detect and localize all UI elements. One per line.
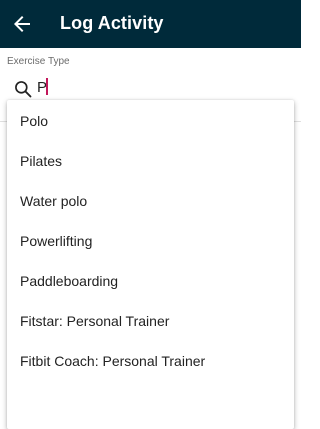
exercise-type-label: Exercise Type bbox=[7, 56, 70, 67]
suggestion-item-water-polo[interactable]: Water polo bbox=[7, 180, 294, 220]
arrow-left-icon bbox=[14, 16, 30, 32]
suggestion-label: Fitbit Coach: Personal Trainer bbox=[20, 353, 206, 369]
suggestion-item-paddleboarding[interactable]: Paddleboarding bbox=[7, 260, 294, 300]
back-button[interactable] bbox=[10, 12, 34, 36]
form-area: Exercise Type Polo Pilates Water polo Po… bbox=[0, 48, 301, 429]
suggestion-label: Fitstar: Personal Trainer bbox=[20, 313, 170, 329]
suggestion-label: Powerlifting bbox=[20, 233, 93, 249]
suggestion-label: Water polo bbox=[20, 193, 88, 209]
exercise-search-input[interactable] bbox=[36, 75, 291, 99]
suggestion-item-pilates[interactable]: Pilates bbox=[7, 140, 294, 180]
page-title: Log Activity bbox=[60, 13, 164, 33]
suggestion-label: Pilates bbox=[20, 153, 63, 169]
suggestion-item-fitbit-coach[interactable]: Fitbit Coach: Personal Trainer bbox=[7, 340, 294, 380]
suggestion-item-polo[interactable]: Polo bbox=[7, 100, 294, 140]
suggestions-dropdown: Polo Pilates Water polo Powerlifting Pad… bbox=[7, 100, 294, 429]
app-bar: Log Activity bbox=[0, 0, 301, 48]
text-cursor bbox=[46, 78, 48, 95]
suggestion-label: Paddleboarding bbox=[20, 273, 119, 289]
search-icon bbox=[15, 81, 32, 98]
suggestion-item-powerlifting[interactable]: Powerlifting bbox=[7, 220, 294, 260]
suggestion-label: Polo bbox=[20, 113, 49, 129]
suggestion-item-fitstar[interactable]: Fitstar: Personal Trainer bbox=[7, 300, 294, 340]
